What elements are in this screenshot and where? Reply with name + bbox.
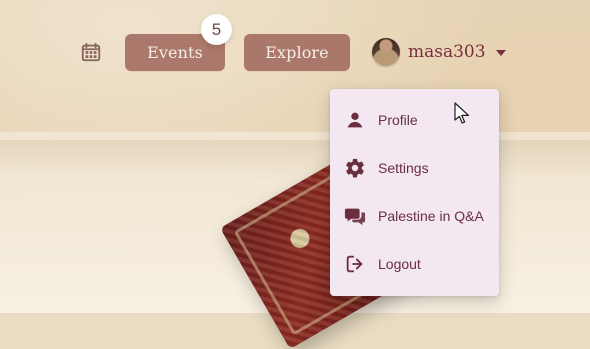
menu-item-label: Settings (378, 160, 429, 176)
explore-button-label: Explore (265, 43, 329, 62)
user-menu-trigger[interactable]: masa303 (372, 36, 506, 68)
menu-item-label: Palestine in Q&A (378, 208, 484, 224)
forum-icon (344, 208, 366, 226)
calendar-icon[interactable] (80, 40, 102, 64)
menu-item-logout[interactable]: Logout (330, 240, 499, 288)
menu-item-label: Profile (378, 112, 418, 128)
chevron-down-icon[interactable] (495, 50, 506, 56)
mouse-cursor-icon (454, 102, 470, 124)
menu-item-label: Logout (378, 256, 421, 272)
gear-icon (346, 158, 364, 178)
hero-shadow (0, 140, 590, 180)
avatar[interactable] (372, 38, 400, 66)
menu-item-settings[interactable]: Settings (330, 144, 499, 192)
menu-item-profile[interactable]: Profile (330, 96, 499, 144)
explore-button[interactable]: Explore (244, 34, 350, 71)
events-count: 5 (211, 19, 222, 39)
top-navigation: Events 5 Explore masa303 (0, 0, 590, 100)
events-count-badge: 5 (201, 14, 232, 45)
logout-icon (346, 255, 363, 273)
person-icon (347, 112, 363, 128)
events-button-label: Events (147, 43, 203, 62)
menu-item-palestine-qa[interactable]: Palestine in Q&A (330, 192, 499, 240)
username[interactable]: masa303 (408, 42, 486, 62)
user-dropdown-menu: Profile Settings Palestine in Q&A Logout (330, 89, 499, 296)
